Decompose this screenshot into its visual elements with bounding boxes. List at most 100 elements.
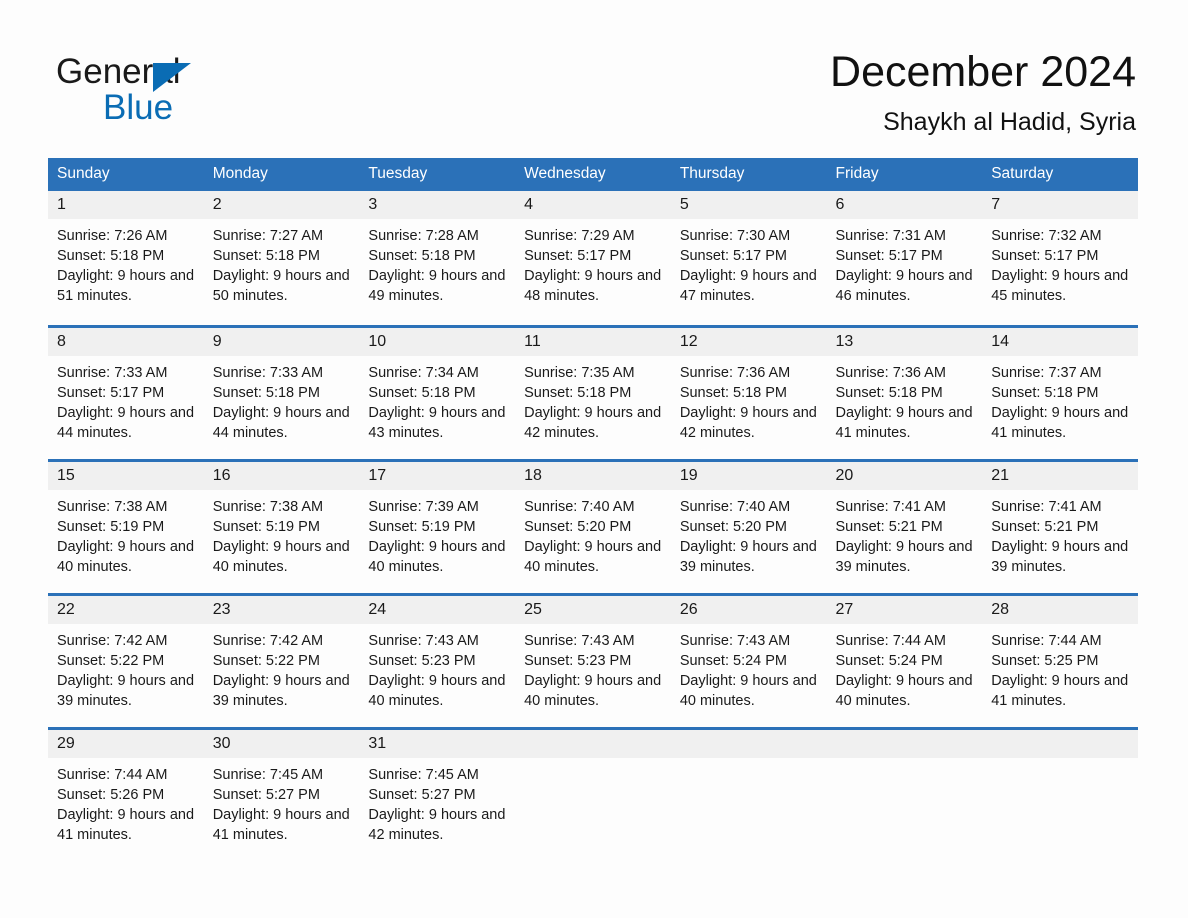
day-number: 29: [48, 730, 204, 758]
calendar-day-cell[interactable]: 24 Sunrise: 7:43 AM Sunset: 5:23 PM Dayligh…: [359, 593, 516, 715]
calendar-day-cell[interactable]: 9 Sunrise: 7:33 AM Sunset: 5:18 PM Daylight…: [203, 325, 360, 447]
sunset-text: Sunset: 5:17 PM: [835, 248, 943, 264]
day-number: 28: [982, 596, 1138, 624]
day-cell-inner: 9 Sunrise: 7:33 AM Sunset: 5:18 PM Daylight…: [203, 325, 360, 447]
calendar-day-cell[interactable]: 21 Sunrise: 7:41 AM Sunset: 5:21 PM Dayligh…: [982, 459, 1138, 581]
calendar-day-cell[interactable]: 31 Sunrise: 7:45 AM Sunset: 5:27 PM Dayligh…: [359, 727, 516, 849]
day-cell-inner: 11 Sunrise: 7:35 AM Sunset: 5:18 PM Dayligh…: [515, 325, 671, 447]
sunset-text: Sunset: 5:22 PM: [212, 653, 320, 669]
calendar-day-cell[interactable]: 5 Sunrise: 7:30 AM Sunset: 5:17 PM Daylight…: [670, 191, 827, 313]
calendar-day-cell[interactable]: 13 Sunrise: 7:36 AM Sunset: 5:18 PM Dayligh…: [826, 325, 983, 447]
day-sun-info: Sunrise: 7:43 AM Sunset: 5:24 PM Daylight:…: [671, 624, 827, 711]
day-number: [515, 730, 671, 758]
calendar-day-cell[interactable]: 19 Sunrise: 7:40 AM Sunset: 5:20 PM Dayligh…: [670, 459, 827, 581]
day-sun-info: Sunrise: 7:36 AM Sunset: 5:18 PM Daylight:…: [671, 356, 827, 443]
calendar-day-cell[interactable]: 22 Sunrise: 7:42 AM Sunset: 5:22 PM Dayligh…: [48, 593, 204, 715]
day-number: 14: [982, 328, 1138, 356]
day-sun-info: Sunrise: 7:45 AM Sunset: 5:27 PM Daylight:…: [359, 758, 515, 845]
day-number: 25: [515, 596, 671, 624]
calendar-day-cell[interactable]: 30 Sunrise: 7:45 AM Sunset: 5:27 PM Dayligh…: [203, 727, 360, 849]
calendar-day-cell[interactable]: 7 Sunrise: 7:32 AM Sunset: 5:17 PM Daylight…: [982, 191, 1138, 313]
week-separator: [48, 581, 1138, 593]
calendar-day-cell[interactable]: 2 Sunrise: 7:27 AM Sunset: 5:18 PM Daylight…: [203, 191, 360, 313]
daylight-text: Daylight: 9 hours and 40 minutes.: [368, 673, 506, 709]
day-sun-info: Sunrise: 7:35 AM Sunset: 5:18 PM Daylight:…: [515, 356, 671, 443]
calendar-day-cell[interactable]: 25 Sunrise: 7:43 AM Sunset: 5:23 PM Dayligh…: [515, 593, 671, 715]
calendar-day-cell[interactable]: 18 Sunrise: 7:40 AM Sunset: 5:20 PM Dayligh…: [515, 459, 671, 581]
daylight-text: Daylight: 9 hours and 40 minutes.: [835, 673, 973, 709]
daylight-text: Daylight: 9 hours and 40 minutes.: [368, 539, 506, 575]
day-cell-inner: 19 Sunrise: 7:40 AM Sunset: 5:20 PM Dayligh…: [670, 459, 827, 581]
sunrise-text: Sunrise: 7:42 AM: [212, 633, 324, 649]
calendar-day-cell[interactable]: 15 Sunrise: 7:38 AM Sunset: 5:19 PM Dayligh…: [48, 459, 204, 581]
sunset-text: Sunset: 5:20 PM: [679, 519, 788, 535]
day-sun-info: Sunrise: 7:42 AM Sunset: 5:22 PM Daylight:…: [204, 624, 360, 711]
sunrise-text: Sunrise: 7:40 AM: [524, 499, 635, 515]
sunrise-text: Sunrise: 7:44 AM: [991, 633, 1102, 649]
calendar-day-cell[interactable]: 3 Sunrise: 7:28 AM Sunset: 5:18 PM Daylight…: [359, 191, 516, 313]
calendar-day-cell[interactable]: 1 Sunrise: 7:26 AM Sunset: 5:18 PM Daylight…: [48, 191, 204, 313]
day-number: 3: [359, 191, 516, 219]
day-number: 18: [515, 462, 671, 490]
sunrise-text: Sunrise: 7:28 AM: [368, 228, 479, 244]
day-cell-inner: 16 Sunrise: 7:38 AM Sunset: 5:19 PM Dayligh…: [203, 459, 360, 581]
general-blue-logo[interactable]: General Blue: [56, 52, 336, 127]
day-cell-inner: 23 Sunrise: 7:42 AM Sunset: 5:22 PM Dayligh…: [203, 593, 360, 715]
calendar-day-cell[interactable]: 16 Sunrise: 7:38 AM Sunset: 5:19 PM Dayligh…: [203, 459, 360, 581]
day-number: 2: [203, 191, 360, 219]
daylight-text: Daylight: 9 hours and 43 minutes.: [368, 405, 506, 441]
weekday-header-monday: Monday: [203, 158, 360, 191]
calendar-day-cell[interactable]: 28 Sunrise: 7:44 AM Sunset: 5:25 PM Dayligh…: [982, 593, 1138, 715]
day-sun-info: Sunrise: 7:44 AM Sunset: 5:25 PM Daylight:…: [982, 624, 1138, 711]
calendar-day-cell[interactable]: 23 Sunrise: 7:42 AM Sunset: 5:22 PM Dayligh…: [203, 593, 360, 715]
day-cell-inner: 6 Sunrise: 7:31 AM Sunset: 5:17 PM Daylight…: [826, 191, 983, 313]
calendar-day-cell[interactable]: 17 Sunrise: 7:39 AM Sunset: 5:19 PM Dayligh…: [359, 459, 516, 581]
weekday-header-saturday: Saturday: [982, 158, 1138, 191]
sunset-text: Sunset: 5:21 PM: [835, 519, 943, 535]
sunrise-text: Sunrise: 7:44 AM: [57, 767, 168, 783]
sunset-text: Sunset: 5:23 PM: [368, 653, 476, 669]
sunrise-text: Sunrise: 7:38 AM: [57, 499, 168, 515]
page-header: General Blue December 2024 Shaykh al Had…: [0, 0, 1188, 150]
sunset-text: Sunset: 5:19 PM: [57, 519, 165, 535]
sunset-text: Sunset: 5:18 PM: [835, 385, 943, 401]
sunrise-text: Sunrise: 7:39 AM: [368, 499, 479, 515]
calendar-week-row: 8 Sunrise: 7:33 AM Sunset: 5:17 PM Daylight…: [48, 325, 1138, 447]
day-number: 7: [982, 191, 1138, 219]
day-sun-info: Sunrise: 7:39 AM Sunset: 5:19 PM Daylight:…: [359, 490, 515, 577]
calendar-day-cell[interactable]: 6 Sunrise: 7:31 AM Sunset: 5:17 PM Daylight…: [826, 191, 983, 313]
calendar-day-cell[interactable]: 14 Sunrise: 7:37 AM Sunset: 5:18 PM Dayligh…: [982, 325, 1138, 447]
sunset-text: Sunset: 5:27 PM: [212, 787, 320, 803]
calendar-day-cell: [826, 727, 983, 849]
sunrise-text: Sunrise: 7:42 AM: [57, 633, 168, 649]
calendar-day-cell[interactable]: 27 Sunrise: 7:44 AM Sunset: 5:24 PM Dayligh…: [826, 593, 983, 715]
week-separator-gap: [48, 581, 1138, 593]
calendar-day-cell[interactable]: 29 Sunrise: 7:44 AM Sunset: 5:26 PM Dayligh…: [48, 727, 204, 849]
day-sun-info: Sunrise: 7:28 AM Sunset: 5:18 PM Daylight:…: [359, 219, 515, 306]
daylight-text: Daylight: 9 hours and 41 minutes.: [991, 405, 1129, 441]
day-cell-inner: 24 Sunrise: 7:43 AM Sunset: 5:23 PM Dayligh…: [359, 593, 516, 715]
day-number: 30: [203, 730, 360, 758]
calendar-body: 1 Sunrise: 7:26 AM Sunset: 5:18 PM Daylight…: [48, 191, 1138, 849]
sunset-text: Sunset: 5:18 PM: [212, 248, 320, 264]
daylight-text: Daylight: 9 hours and 39 minutes.: [991, 539, 1129, 575]
day-cell-inner: 10 Sunrise: 7:34 AM Sunset: 5:18 PM Dayligh…: [359, 325, 516, 447]
day-cell-inner: [515, 727, 671, 849]
day-number: 4: [515, 191, 671, 219]
sunset-text: Sunset: 5:18 PM: [212, 385, 320, 401]
day-sun-info: Sunrise: 7:36 AM Sunset: 5:18 PM Daylight:…: [827, 356, 983, 443]
logo-text-blue: Blue: [103, 88, 174, 127]
day-number: [670, 730, 827, 758]
calendar-day-cell[interactable]: 8 Sunrise: 7:33 AM Sunset: 5:17 PM Daylight…: [48, 325, 204, 447]
calendar-day-cell[interactable]: 11 Sunrise: 7:35 AM Sunset: 5:18 PM Dayligh…: [515, 325, 671, 447]
calendar-day-cell[interactable]: 4 Sunrise: 7:29 AM Sunset: 5:17 PM Daylight…: [515, 191, 671, 313]
day-sun-info: Sunrise: 7:37 AM Sunset: 5:18 PM Daylight:…: [982, 356, 1138, 443]
calendar-day-cell[interactable]: 10 Sunrise: 7:34 AM Sunset: 5:18 PM Dayligh…: [359, 325, 516, 447]
calendar-day-cell[interactable]: 12 Sunrise: 7:36 AM Sunset: 5:18 PM Dayligh…: [670, 325, 827, 447]
calendar-day-cell[interactable]: 20 Sunrise: 7:41 AM Sunset: 5:21 PM Dayligh…: [826, 459, 983, 581]
calendar-day-cell[interactable]: 26 Sunrise: 7:43 AM Sunset: 5:24 PM Dayligh…: [670, 593, 827, 715]
day-number: 23: [203, 596, 360, 624]
sunrise-text: Sunrise: 7:41 AM: [991, 499, 1102, 515]
page-title: December 2024: [830, 48, 1136, 96]
sunrise-text: Sunrise: 7:31 AM: [835, 228, 946, 244]
